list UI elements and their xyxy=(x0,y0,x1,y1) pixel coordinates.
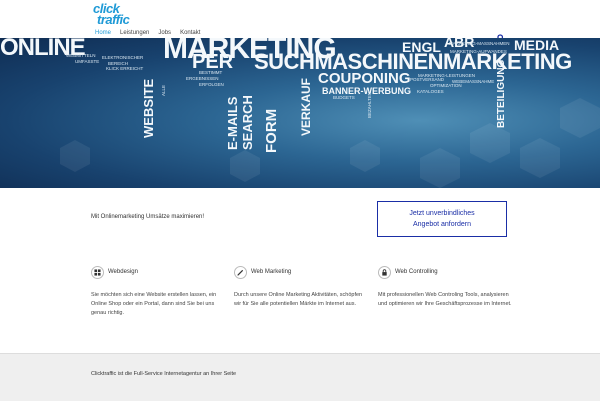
footer-text: Clicktraffic ist die Full-Service Intern… xyxy=(91,371,237,377)
hero-word-alle: ALLE xyxy=(161,84,166,96)
hero-banner: ONLINE MARKETING ENGL ABR MEDIA MARKETIN… xyxy=(0,38,600,188)
nav-item-jobs[interactable]: Jobs xyxy=(158,30,171,36)
main-nav: Home Leistungen Jobs Kontakt xyxy=(95,30,200,36)
hero-word-suchmaschinenmarketing: SUCHMASCHINENMARKETING xyxy=(254,49,572,74)
hero-word-website: WEBSITE xyxy=(141,78,156,138)
hero-word-bestimmt: BESTIMMT xyxy=(199,70,223,75)
feature-description: Mit professionellen Web Controling Tools… xyxy=(378,292,512,307)
hero-word-ergebnissen: ERGEBNISSEN xyxy=(186,76,219,81)
lock-icon xyxy=(378,266,391,279)
cta-label-line2: Angebot anfordern xyxy=(413,221,471,228)
hero-word-couponing: COUPONING xyxy=(318,70,411,87)
hero-word-massnahmen: MARKETING-MASSNAHMEN xyxy=(449,41,510,46)
hero-word-kataloges: KATALOGES xyxy=(417,89,444,94)
hero-word-postversand: POSTVERSAND xyxy=(410,77,445,82)
hero-word-optimization: OPTIMIZATION xyxy=(430,83,462,88)
tagline-text: Mit Onlinemarketing Umsätze maximieren! xyxy=(91,214,205,220)
feature-title: Web Marketing xyxy=(251,269,292,275)
feature-title: Web Controlling xyxy=(395,269,438,275)
logo-text-traffic: traffic xyxy=(97,12,130,27)
feature-title: Webdesign xyxy=(108,269,138,275)
nav-item-home[interactable]: Home xyxy=(95,30,111,36)
hero-word-bezahlten: BEZAHLTEN xyxy=(367,91,372,118)
hero-word-umfasste: UMFASSTE xyxy=(75,59,100,64)
hero-word-form: FORM xyxy=(263,108,280,153)
hero-word-verkauf: VERKAUF xyxy=(299,77,313,136)
site-header: click traffic Home Leistungen Jobs Konta… xyxy=(0,0,600,42)
hero-word-e-mails: E-MAILS xyxy=(225,96,240,150)
hero-word-budgets: BUDGETS xyxy=(333,95,355,100)
hero-word-erfolgen: ERFOLGEN xyxy=(199,82,224,87)
search-icon[interactable] xyxy=(497,29,505,42)
grid-icon xyxy=(91,266,104,279)
site-footer: Clicktraffic ist die Full-Service Intern… xyxy=(0,353,600,401)
nav-item-leistungen[interactable]: Leistungen xyxy=(120,30,149,36)
hero-word-per: PER xyxy=(192,51,234,73)
hero-word-klick: KLICK ERREICHT xyxy=(106,66,144,71)
hero-word-search: SEARCH xyxy=(240,95,255,150)
nav-item-kontakt[interactable]: Kontakt xyxy=(180,30,200,36)
hero-word-webmitteln: WEBMITTELN xyxy=(66,53,96,58)
feature-description: Sie möchten sich eine Website erstellen … xyxy=(91,292,217,316)
clicktraffic-logo[interactable]: click traffic xyxy=(93,1,137,31)
pen-icon xyxy=(234,266,247,279)
hero-word-beteiligung: BETEILIGUNG xyxy=(496,59,507,128)
feature-description: Durch unsere Online Marketing Aktivitäte… xyxy=(234,292,363,307)
hero-word-elektronischer: ELEKTRONISCHER xyxy=(102,55,144,60)
request-offer-button[interactable]: Jetzt unverbindliches Angebot anfordern xyxy=(377,201,507,237)
cta-label-line1: Jetzt unverbindliches xyxy=(409,210,475,217)
